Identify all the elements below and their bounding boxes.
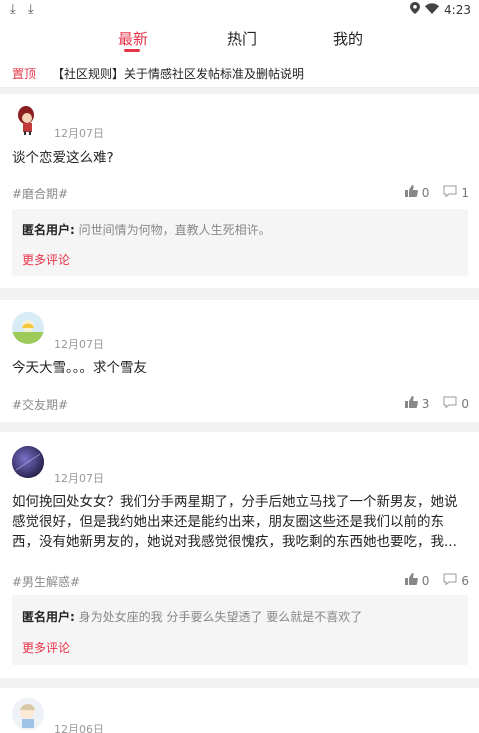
wifi-icon	[425, 2, 440, 17]
post-card[interactable]: 12月07日 谈个恋爱这么难? #磨合期# 0 1 匿名用户: 问世间情为何物，…	[0, 94, 479, 288]
avatar[interactable]	[12, 104, 44, 136]
avatar[interactable]	[12, 698, 44, 730]
post-date: 12月07日	[54, 127, 104, 140]
post-date: 12月06日	[54, 723, 104, 733]
post-card[interactable]: 12月07日 今天大雪。。。求个雪友 #交友期# 3 0	[0, 300, 479, 422]
status-bar-right: 4:23	[410, 2, 471, 17]
status-bar: ⤓ ⤓ 4:23	[0, 0, 479, 20]
post-card[interactable]: 12月06日	[0, 688, 479, 733]
comment-icon[interactable]	[443, 573, 457, 588]
tab-latest[interactable]: 最新	[118, 28, 148, 49]
post-content[interactable]: 谈个恋爱这么难?	[12, 148, 470, 168]
post-content-line: 如何挽回处女女？我们分手两星期了，分手后她立马找了一个新男友，她说	[12, 494, 458, 510]
comment-text: 身为处女座的我 分手要么失望透了 要么就是不喜欢了	[78, 610, 363, 624]
more-comments-link[interactable]: 更多评论	[22, 251, 70, 268]
active-tab-indicator	[124, 49, 140, 52]
post-content[interactable]: 如何挽回处女女？我们分手两星期了，分手后她立马找了一个新男友，她说 感觉很好，但…	[12, 492, 470, 552]
tab-hot[interactable]: 热门	[227, 28, 257, 49]
post-stats: 0 1	[404, 185, 469, 200]
post-topic[interactable]: #磨合期#	[12, 185, 68, 202]
comment-user: 匿名用户:	[22, 223, 75, 237]
post-topic[interactable]: #交友期#	[12, 396, 68, 413]
comment-preview[interactable]: 匿名用户: 身为处女座的我 分手要么失望透了 要么就是不喜欢了 更多评论	[12, 595, 468, 665]
tab-mine[interactable]: 我的	[333, 28, 363, 49]
post-content[interactable]: 今天大雪。。。求个雪友	[12, 358, 470, 378]
post-date: 12月07日	[54, 472, 104, 485]
comment-icon[interactable]	[443, 396, 457, 411]
post-topic[interactable]: #男生解惑#	[12, 573, 80, 590]
download-icon: ⤓ ⤓	[10, 2, 38, 17]
comment-icon[interactable]	[443, 185, 457, 200]
post-date: 12月07日	[54, 338, 104, 351]
post-stats: 0 6	[404, 573, 469, 588]
divider	[0, 678, 479, 688]
thumb-up-icon[interactable]	[404, 573, 418, 588]
post-content-line: 西，没有她新男友的，她说对我感觉很愧疚，我吃剩的东西她也要吃，我...	[12, 534, 457, 550]
like-count: 0	[421, 185, 430, 200]
comment-count: 1	[461, 185, 469, 200]
divider	[0, 288, 479, 300]
like-count: 3	[421, 396, 430, 411]
comment-user: 匿名用户:	[22, 610, 75, 624]
post-stats: 3 0	[404, 396, 469, 411]
comment-preview[interactable]: 匿名用户: 问世间情为何物，直教人生死相许。 更多评论	[12, 209, 468, 276]
post-card[interactable]: 12月07日 如何挽回处女女？我们分手两星期了，分手后她立马找了一个新男友，她说…	[0, 432, 479, 678]
pinned-post[interactable]: 置顶 【社区规则】关于情感社区发帖标准及删帖说明	[0, 58, 479, 88]
location-icon	[410, 2, 421, 17]
more-comments-link[interactable]: 更多评论	[22, 639, 70, 656]
avatar[interactable]	[12, 312, 44, 344]
pinned-title[interactable]: 【社区规则】关于情感社区发帖标准及删帖说明	[52, 65, 304, 82]
post-content-line: 感觉很好，但是我约她出来还是能约出来，朋友圈这些还是我们以前的东	[12, 514, 444, 530]
comment-count: 0	[461, 396, 469, 411]
clock-time: 4:23	[444, 2, 471, 17]
pinned-tag: 置顶	[12, 67, 37, 81]
like-count: 0	[421, 573, 430, 588]
avatar[interactable]	[12, 446, 44, 478]
comment-line: 匿名用户: 身为处女座的我 分手要么失望透了 要么就是不喜欢了	[22, 608, 362, 625]
divider	[0, 422, 479, 432]
tab-bar: 最新 热门 我的	[0, 24, 479, 54]
comment-count: 6	[461, 573, 469, 588]
comment-text: 问世间情为何物，直教人生死相许。	[78, 223, 271, 237]
comment-line: 匿名用户: 问世间情为何物，直教人生死相许。	[22, 221, 271, 238]
thumb-up-icon[interactable]	[404, 185, 418, 200]
thumb-up-icon[interactable]	[404, 396, 418, 411]
